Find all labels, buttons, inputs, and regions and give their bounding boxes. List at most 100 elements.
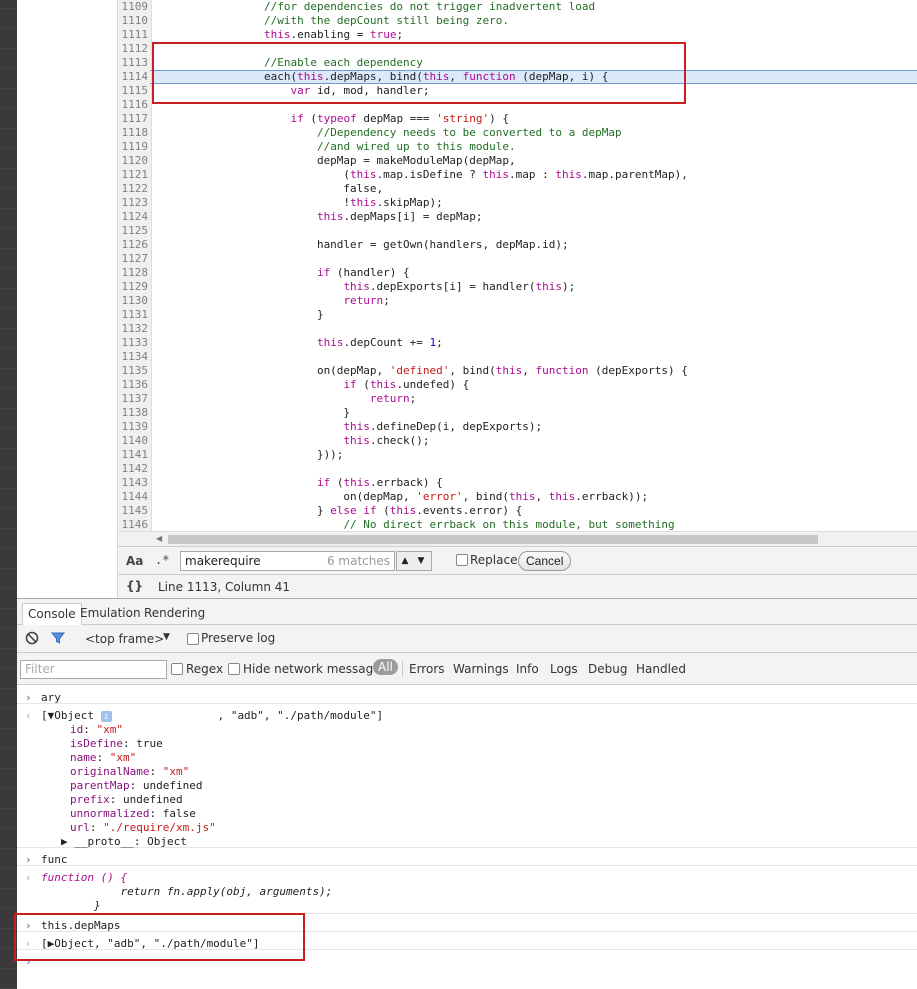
editor-horizontal-scrollbar[interactable]: ◀ — [118, 531, 917, 546]
code-line[interactable]: 1112 — [118, 42, 917, 56]
code-line[interactable]: 1141 })); — [118, 448, 917, 462]
line-number[interactable]: 1119 — [118, 140, 152, 154]
line-number[interactable]: 1136 — [118, 378, 152, 392]
code-line[interactable]: 1120 depMap = makeModuleMap(depMap, — [118, 154, 917, 168]
code-line[interactable]: 1110 //with the depCount still being zer… — [118, 14, 917, 28]
line-number[interactable]: 1128 — [118, 266, 152, 280]
clear-console-icon[interactable] — [25, 631, 39, 645]
code-line[interactable]: 1114 each(this.depMaps, bind(this, funct… — [118, 70, 917, 84]
code-line[interactable]: 1138 } — [118, 406, 917, 420]
level-debug-button[interactable]: Debug — [588, 662, 627, 676]
code-line[interactable]: 1142 — [118, 462, 917, 476]
code-line[interactable]: 1119 //and wired up to this module. — [118, 140, 917, 154]
code-line[interactable]: 1117 if (typeof depMap === 'string') { — [118, 112, 917, 126]
line-number[interactable]: 1133 — [118, 336, 152, 350]
line-number[interactable]: 1122 — [118, 182, 152, 196]
line-number[interactable]: 1130 — [118, 294, 152, 308]
console-text[interactable]: ▶ __proto__: Object — [61, 835, 187, 849]
code-line[interactable]: 1129 this.depExports[i] = handler(this); — [118, 280, 917, 294]
line-number[interactable]: 1113 — [118, 56, 152, 70]
line-number[interactable]: 1110 — [118, 14, 152, 28]
frame-selector[interactable]: <top frame> — [85, 632, 164, 646]
line-number[interactable]: 1146 — [118, 518, 152, 532]
code-line[interactable]: 1118 //Dependency needs to be converted … — [118, 126, 917, 140]
code-line[interactable]: 1136 if (this.undefed) { — [118, 378, 917, 392]
line-number[interactable]: 1127 — [118, 252, 152, 266]
replace-checkbox[interactable] — [456, 554, 468, 566]
search-next-icon[interactable]: ▼ — [413, 552, 429, 570]
line-number[interactable]: 1134 — [118, 350, 152, 364]
line-number[interactable]: 1132 — [118, 322, 152, 336]
code-line[interactable]: 1130 return; — [118, 294, 917, 308]
line-number[interactable]: 1137 — [118, 392, 152, 406]
line-number[interactable]: 1124 — [118, 210, 152, 224]
line-number[interactable]: 1140 — [118, 434, 152, 448]
line-number[interactable]: 1139 — [118, 420, 152, 434]
line-number[interactable]: 1138 — [118, 406, 152, 420]
code-line[interactable]: 1140 this.check(); — [118, 434, 917, 448]
code-line[interactable]: 1137 return; — [118, 392, 917, 406]
line-number[interactable]: 1120 — [118, 154, 152, 168]
code-line[interactable]: 1122 false, — [118, 182, 917, 196]
line-number[interactable]: 1145 — [118, 504, 152, 518]
line-number[interactable]: 1116 — [118, 98, 152, 112]
filter-icon[interactable] — [51, 631, 65, 645]
code-editor[interactable]: 1109 //for dependencies do not trigger i… — [118, 0, 917, 546]
search-input[interactable]: makerequire 6 matches — [180, 551, 395, 571]
chevron-down-icon[interactable]: ▼ — [163, 632, 170, 642]
code-line[interactable]: 1121 (this.map.isDefine ? this.map : thi… — [118, 168, 917, 182]
code-line[interactable]: 1123 !this.skipMap); — [118, 196, 917, 210]
level-handled-button[interactable]: Handled — [636, 662, 686, 676]
line-number[interactable]: 1125 — [118, 224, 152, 238]
regex-checkbox[interactable] — [171, 663, 183, 675]
line-number[interactable]: 1118 — [118, 126, 152, 140]
scroll-left-arrow-icon[interactable]: ◀ — [156, 534, 162, 543]
line-number[interactable]: 1115 — [118, 84, 152, 98]
line-number[interactable]: 1126 — [118, 238, 152, 252]
code-line[interactable]: 1132 — [118, 322, 917, 336]
line-number[interactable]: 1112 — [118, 42, 152, 56]
line-number[interactable]: 1144 — [118, 490, 152, 504]
line-number[interactable]: 1131 — [118, 308, 152, 322]
level-errors-button[interactable]: Errors — [409, 662, 445, 676]
code-line[interactable]: 1126 handler = getOwn(handlers, depMap.i… — [118, 238, 917, 252]
code-line[interactable]: 1135 on(depMap, 'defined', bind(this, fu… — [118, 364, 917, 378]
line-number[interactable]: 1109 — [118, 0, 152, 14]
level-warnings-button[interactable]: Warnings — [453, 662, 509, 676]
object-expanded[interactable]: [▼Object — [41, 709, 101, 722]
code-line[interactable]: 1133 this.depCount += 1; — [118, 336, 917, 350]
match-case-toggle[interactable]: Aa — [126, 554, 143, 568]
console-output[interactable]: › ary ‹ [▼Object i , "adb", "./path/module"… — [17, 685, 917, 989]
code-line[interactable]: 1116 — [118, 98, 917, 112]
code-line[interactable]: 1145 } else if (this.events.error) { — [118, 504, 917, 518]
code-line[interactable]: 1146 // No direct errback on this module… — [118, 518, 917, 532]
hide-network-checkbox[interactable] — [228, 663, 240, 675]
line-number[interactable]: 1121 — [118, 168, 152, 182]
regex-toggle[interactable]: .* — [155, 553, 169, 567]
code-line[interactable]: 1144 on(depMap, 'error', bind(this, this… — [118, 490, 917, 504]
level-logs-button[interactable]: Logs — [550, 662, 578, 676]
level-info-button[interactable]: Info — [516, 662, 539, 676]
code-line[interactable]: 1124 this.depMaps[i] = depMap; — [118, 210, 917, 224]
code-line[interactable]: 1111 this.enabling = true; — [118, 28, 917, 42]
code-line[interactable]: 1134 — [118, 350, 917, 364]
code-line[interactable]: 1109 //for dependencies do not trigger i… — [118, 0, 917, 14]
tab-emulation[interactable]: Emulation — [75, 603, 146, 625]
code-line[interactable]: 1139 this.defineDep(i, depExports); — [118, 420, 917, 434]
tab-console[interactable]: Console — [22, 603, 82, 625]
scrollbar-thumb[interactable] — [168, 535, 818, 544]
tab-rendering[interactable]: Rendering — [139, 603, 210, 625]
code-line[interactable]: 1113 //Enable each dependency — [118, 56, 917, 70]
line-number[interactable]: 1143 — [118, 476, 152, 490]
pretty-print-button[interactable]: {} — [126, 579, 143, 593]
code-line[interactable]: 1125 — [118, 224, 917, 238]
code-line[interactable]: 1131 } — [118, 308, 917, 322]
code-line[interactable]: 1143 if (this.errback) { — [118, 476, 917, 490]
line-number[interactable]: 1135 — [118, 364, 152, 378]
preserve-log-checkbox[interactable] — [187, 633, 199, 645]
filter-input[interactable]: Filter — [20, 660, 167, 679]
line-number[interactable]: 1123 — [118, 196, 152, 210]
search-previous-icon[interactable]: ▲ — [397, 552, 413, 570]
info-icon[interactable]: i — [100, 710, 112, 722]
code-line[interactable]: 1115 var id, mod, handler; — [118, 84, 917, 98]
